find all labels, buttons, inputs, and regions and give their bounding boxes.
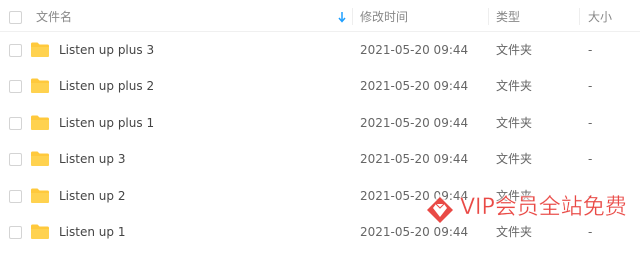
file-name[interactable]: Listen up plus 1 [59, 116, 154, 130]
modified-time: 2021-05-20 09:44 [360, 115, 469, 130]
folder-icon [31, 78, 49, 94]
watermark-text: VIP会员全站免费 [460, 195, 627, 220]
modified-time: 2021-05-20 09:44 [360, 79, 469, 94]
row-checkbox[interactable] [9, 116, 22, 130]
file-type: 文件夹 [496, 79, 533, 94]
file-row[interactable]: Listen up plus 1 2021-05-20 09:44 文件夹 - [0, 105, 640, 141]
folder-icon [31, 224, 49, 239]
list-header: 文件名 修改时间 类型 大小 [0, 0, 640, 32]
file-size: - [588, 152, 593, 167]
file-type: 文件夹 [496, 115, 533, 130]
column-divider[interactable] [488, 8, 489, 25]
file-name[interactable]: Listen up plus 2 [59, 79, 154, 93]
row-checkbox[interactable] [9, 44, 22, 57]
folder-icon [31, 188, 49, 203]
file-size: - [588, 43, 593, 57]
file-row[interactable]: Listen up plus 3 2021-05-20 09:44 文件夹 - [0, 32, 640, 68]
file-size: - [588, 115, 593, 130]
sort-arrow-down-icon[interactable] [338, 11, 346, 23]
modified-time: 2021-05-20 09:44 [360, 152, 469, 167]
column-header-type[interactable]: 类型 [496, 10, 520, 24]
vip-diamond-logo-icon [424, 194, 456, 226]
folder-icon [31, 42, 49, 57]
folder-icon [31, 151, 49, 167]
file-list: 文件名 修改时间 类型 大小 Listen up plus 3 2021-05-… [0, 0, 640, 254]
file-name[interactable]: Listen up 1 [59, 225, 125, 239]
column-divider[interactable] [352, 8, 353, 25]
file-size: - [588, 79, 593, 94]
column-divider[interactable] [579, 8, 580, 25]
file-row[interactable]: Listen up plus 2 2021-05-20 09:44 文件夹 - [0, 68, 640, 104]
row-checkbox[interactable] [9, 226, 22, 239]
modified-time: 2021-05-20 09:44 [360, 43, 469, 57]
vip-watermark: VIP会员全站免费 [416, 186, 627, 234]
column-header-name[interactable]: 文件名 [36, 10, 72, 24]
folder-icon [31, 115, 49, 130]
file-row[interactable]: Listen up 3 2021-05-20 09:44 文件夹 - [0, 141, 640, 177]
row-checkbox[interactable] [9, 80, 22, 94]
file-name[interactable]: Listen up 2 [59, 189, 125, 203]
file-type: 文件夹 [496, 43, 533, 57]
column-header-size[interactable]: 大小 [588, 10, 612, 24]
row-checkbox[interactable] [9, 189, 22, 203]
row-checkbox[interactable] [9, 153, 22, 167]
column-header-modified[interactable]: 修改时间 [360, 10, 408, 24]
select-all-checkbox[interactable] [9, 11, 22, 24]
file-name[interactable]: Listen up plus 3 [59, 43, 154, 57]
file-type: 文件夹 [496, 152, 533, 167]
file-name[interactable]: Listen up 3 [59, 152, 125, 166]
